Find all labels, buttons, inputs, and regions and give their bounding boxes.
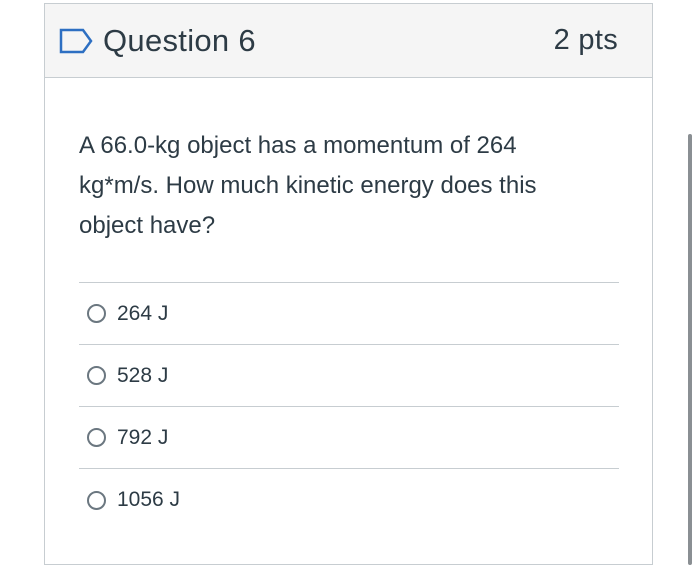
answer-option[interactable]: 528 J bbox=[79, 345, 619, 407]
question-card: Question 6 2 pts A 66.0-kg object has a … bbox=[44, 3, 653, 565]
radio-button[interactable] bbox=[87, 490, 106, 510]
radio-button[interactable] bbox=[87, 428, 106, 447]
radio-button[interactable] bbox=[87, 366, 106, 385]
question-header-left: Question 6 bbox=[59, 23, 256, 59]
quiz-page: Question 6 2 pts A 66.0-kg object has a … bbox=[0, 0, 700, 569]
answer-label: 528 J bbox=[117, 363, 169, 387]
question-title: Question 6 bbox=[103, 22, 256, 58]
answer-list: 264 J 528 J 792 J 1056 J bbox=[79, 282, 619, 531]
radio-button[interactable] bbox=[87, 304, 106, 323]
answer-label: 264 J bbox=[117, 301, 169, 325]
answer-label: 792 J bbox=[117, 425, 169, 449]
answer-option[interactable]: 792 J bbox=[79, 407, 619, 469]
answer-option[interactable]: 1056 J bbox=[79, 469, 619, 531]
bookmark-flag-icon[interactable] bbox=[59, 28, 93, 54]
answer-option[interactable]: 264 J bbox=[79, 283, 619, 345]
page-scrollbar[interactable] bbox=[688, 134, 692, 565]
question-header: Question 6 2 pts bbox=[45, 4, 652, 78]
question-body: A 66.0-kg object has a momentum of 264 k… bbox=[45, 78, 652, 531]
answer-label: 1056 J bbox=[117, 488, 181, 511]
question-points: 2 pts bbox=[553, 24, 618, 56]
question-text: A 66.0-kg object has a momentum of 264 k… bbox=[79, 132, 537, 239]
